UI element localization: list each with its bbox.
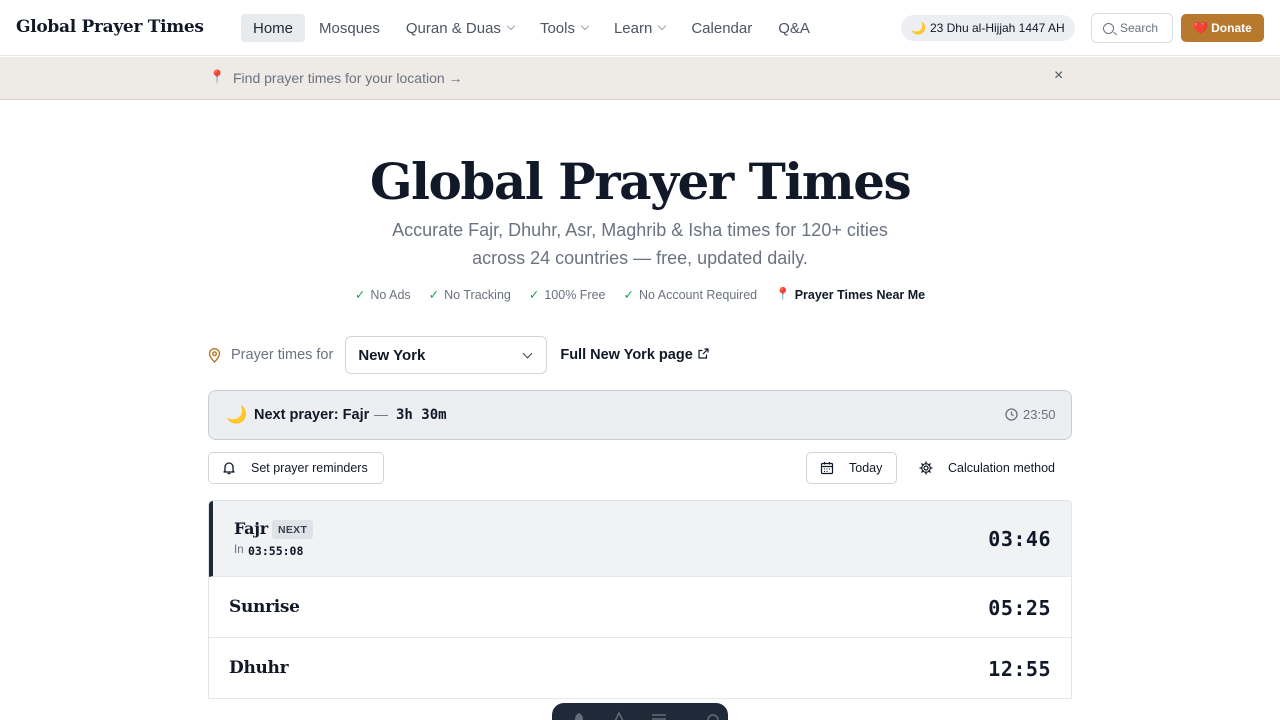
current-time: 23:50 <box>1023 407 1056 422</box>
banner-link[interactable]: Find prayer times for your location → <box>233 70 463 86</box>
close-icon[interactable]: × <box>1054 67 1063 85</box>
donate-button[interactable]: ❤️ Donate <box>1181 14 1264 42</box>
nav-quran-duas-label: Quran & Duas <box>405 19 501 37</box>
check-icon: ✓ <box>623 288 634 302</box>
prayer-times-table: Fajr NEXT In 03:55:08 03:46 Sunrise 05:2… <box>208 500 1072 699</box>
calculation-method-label: Calculation method <box>948 461 1056 475</box>
prayer-time: 12:55 <box>988 657 1051 681</box>
feature-label: No Tracking <box>444 287 511 302</box>
prayer-time: 05:25 <box>988 596 1051 620</box>
nav-qa[interactable]: Q&A <box>766 14 822 42</box>
gear-icon <box>919 461 933 475</box>
menu-icon[interactable] <box>650 711 668 720</box>
near-me-label: Prayer Times Near Me <box>794 287 926 302</box>
city-select-value: New York <box>358 346 426 364</box>
bottom-dock <box>552 703 728 720</box>
prayer-row-fajr: Fajr NEXT In 03:55:08 03:46 <box>209 501 1071 577</box>
chevron-down-icon <box>522 348 533 359</box>
feature-label: 100% Free <box>544 287 606 302</box>
feature-label: No Ads <box>370 287 411 302</box>
nav-calendar-label: Calendar <box>691 19 753 37</box>
location-banner: 📍 Find prayer times for your location → … <box>0 57 1280 100</box>
next-prayer-countdown: 3h 30m <box>396 407 447 423</box>
chevron-down-icon <box>506 21 516 31</box>
map-pin-icon: 📍 <box>775 287 791 301</box>
city-picker-label: Prayer times for <box>231 347 334 363</box>
nav-home-label: Home <box>253 19 294 37</box>
prayer-times-near-me-link[interactable]: 📍 Prayer Times Near Me <box>775 287 925 302</box>
location-pin-icon <box>208 347 221 363</box>
next-badge: NEXT <box>272 520 314 539</box>
page-title: Global Prayer Times <box>369 152 912 211</box>
countdown-prefix: In <box>234 544 244 556</box>
subtitle-line-2: across 24 countries — free, updated dail… <box>472 248 808 268</box>
full-city-page-link[interactable]: Full New York page <box>560 347 709 363</box>
calculation-method-button[interactable]: Calculation method <box>907 452 1055 484</box>
nav-home[interactable]: Home <box>241 14 306 42</box>
check-icon: ✓ <box>428 288 440 302</box>
nav-tools[interactable]: Tools <box>528 14 600 42</box>
site-header: Global Prayer Times Home Mosques Quran &… <box>0 0 1280 56</box>
hijri-date-text: 23 Dhu al-Hijjah 1447 AH <box>929 21 1065 35</box>
feature-item: ✓ 100% Free <box>528 287 606 303</box>
city-select[interactable]: New York <box>345 336 548 374</box>
map-pin-icon: 📍 <box>209 69 226 84</box>
crescent-moon-icon: 🌙 <box>226 405 248 424</box>
nav-qa-label: Q&A <box>778 19 810 37</box>
page-subtitle: Accurate Fajr, Dhuhr, Asr, Maghrib & Ish… <box>340 216 940 272</box>
nav-calendar[interactable]: Calendar <box>679 14 764 42</box>
prayer-name: Dhuhr <box>229 658 289 678</box>
heart-icon: ❤️ <box>1193 21 1209 35</box>
search-label: Search <box>1120 21 1159 35</box>
feature-item: ✓ No Tracking <box>428 287 511 303</box>
next-prayer-label: Next prayer: Fajr <box>254 407 370 423</box>
set-reminders-button[interactable]: Set prayer reminders <box>208 452 384 484</box>
prayer-name: Fajr <box>234 519 268 538</box>
prayer-name: Sunrise <box>229 597 300 617</box>
search-icon <box>1103 22 1114 34</box>
subtitle-line-1: Accurate Fajr, Dhuhr, Asr, Maghrib & Ish… <box>392 220 888 240</box>
feature-item: ✓ No Ads <box>354 287 411 303</box>
today-label: Today <box>849 461 883 475</box>
nav-mosques-label: Mosques <box>319 19 380 37</box>
donate-label: Donate <box>1211 21 1252 35</box>
feature-list: ✓ No Ads ✓ No Tracking ✓ 100% Free ✓ No Acco… <box>0 287 1280 302</box>
gear-icon[interactable] <box>704 711 722 720</box>
bell-icon <box>222 461 236 475</box>
nav-learn[interactable]: Learn <box>602 14 677 42</box>
set-reminders-label: Set prayer reminders <box>251 461 368 475</box>
today-button[interactable]: Today <box>806 452 897 484</box>
chevron-down-icon <box>580 21 590 31</box>
city-picker: Prayer times for New York Full New York … <box>208 336 709 374</box>
hijri-date-badge: 🌙 23 Dhu al-Hijjah 1447 AH <box>901 15 1075 41</box>
prayer-row-dhuhr: Dhuhr 12:55 <box>209 638 1071 699</box>
nav-learn-label: Learn <box>613 19 653 37</box>
prayer-time: 03:46 <box>988 527 1051 551</box>
compass-icon[interactable] <box>610 711 628 720</box>
prayer-countdown: 03:55:08 <box>248 544 304 558</box>
chevron-down-icon <box>658 21 667 31</box>
nav-quran-duas[interactable]: Quran & Duas <box>394 14 526 42</box>
full-city-page-label: Full New York page <box>560 347 693 363</box>
search-button[interactable]: Search <box>1091 13 1173 43</box>
external-link-icon <box>698 347 709 363</box>
calendar-icon <box>820 461 834 475</box>
check-icon: ✓ <box>528 288 540 302</box>
feature-label: No Account Required <box>638 287 758 302</box>
nav-tools-label: Tools <box>539 19 575 37</box>
nav-mosques[interactable]: Mosques <box>307 14 392 42</box>
main-nav: Home Mosques Quran & Duas Tools Learn Ca… <box>241 14 824 42</box>
site-logo[interactable]: Global Prayer Times <box>16 17 204 37</box>
feature-item: ✓ No Account Required <box>623 287 758 303</box>
mosque-icon[interactable] <box>570 711 588 720</box>
check-icon: ✓ <box>354 288 366 302</box>
crescent-moon-icon: 🌙 <box>911 21 926 35</box>
clock-icon <box>1005 408 1018 426</box>
next-prayer-dash: — <box>374 406 388 422</box>
prayer-row-sunrise: Sunrise 05:25 <box>209 577 1071 638</box>
next-prayer-bar: 🌙 Next prayer: Fajr — 3h 30m 23:50 <box>208 390 1072 440</box>
